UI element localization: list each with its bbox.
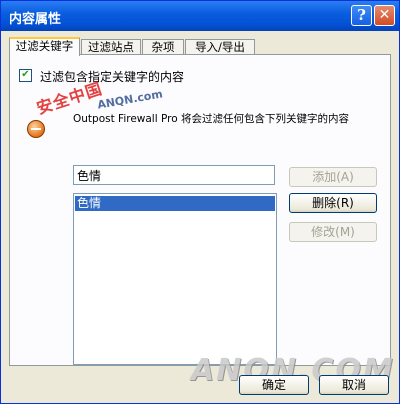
tab-label: 过滤关键字 (15, 39, 74, 53)
tab-label: 导入/导出 (195, 40, 245, 54)
keyword-input[interactable] (73, 165, 275, 185)
add-button[interactable]: 添加(A) (289, 167, 377, 187)
ok-button[interactable]: 确定 (239, 375, 309, 395)
tab-label: 杂项 (151, 40, 175, 54)
tab-import-export[interactable]: 导入/导出 (185, 39, 255, 55)
close-button[interactable]: ✕ (374, 5, 395, 26)
delete-button[interactable]: 删除(R) (289, 193, 377, 213)
check-icon[interactable]: ✔ (19, 69, 32, 82)
tab-filter-sites[interactable]: 过滤站点 (81, 39, 141, 55)
tab-misc[interactable]: 杂项 (142, 39, 184, 55)
info-icon (27, 120, 45, 138)
checkbox-label: 过滤包含指定关键字的内容 (40, 70, 185, 84)
content-properties-dialog: 内容属性 ? ✕ 过滤关键字 过滤站点 杂项 导入/导出 ✔ 过滤包含指定关键字… (0, 0, 400, 404)
info-text: Outpost Firewall Pro 将会过滤任何包含下列关键字的内容 (73, 113, 349, 125)
keyword-list[interactable]: 色情 (73, 193, 277, 365)
window-title: 内容属性 (9, 12, 62, 27)
tab-filter-keywords[interactable]: 过滤关键字 (9, 37, 80, 56)
close-icon: ✕ (378, 7, 391, 23)
cancel-button[interactable]: 取消 (319, 375, 389, 395)
list-item[interactable]: 色情 (75, 196, 275, 211)
title-bar[interactable]: 内容属性 ? ✕ (1, 1, 399, 31)
modify-button[interactable]: 修改(M) (289, 222, 377, 242)
help-icon: ? (357, 6, 366, 24)
tab-label: 过滤站点 (88, 40, 134, 54)
help-button[interactable]: ? (351, 5, 372, 26)
